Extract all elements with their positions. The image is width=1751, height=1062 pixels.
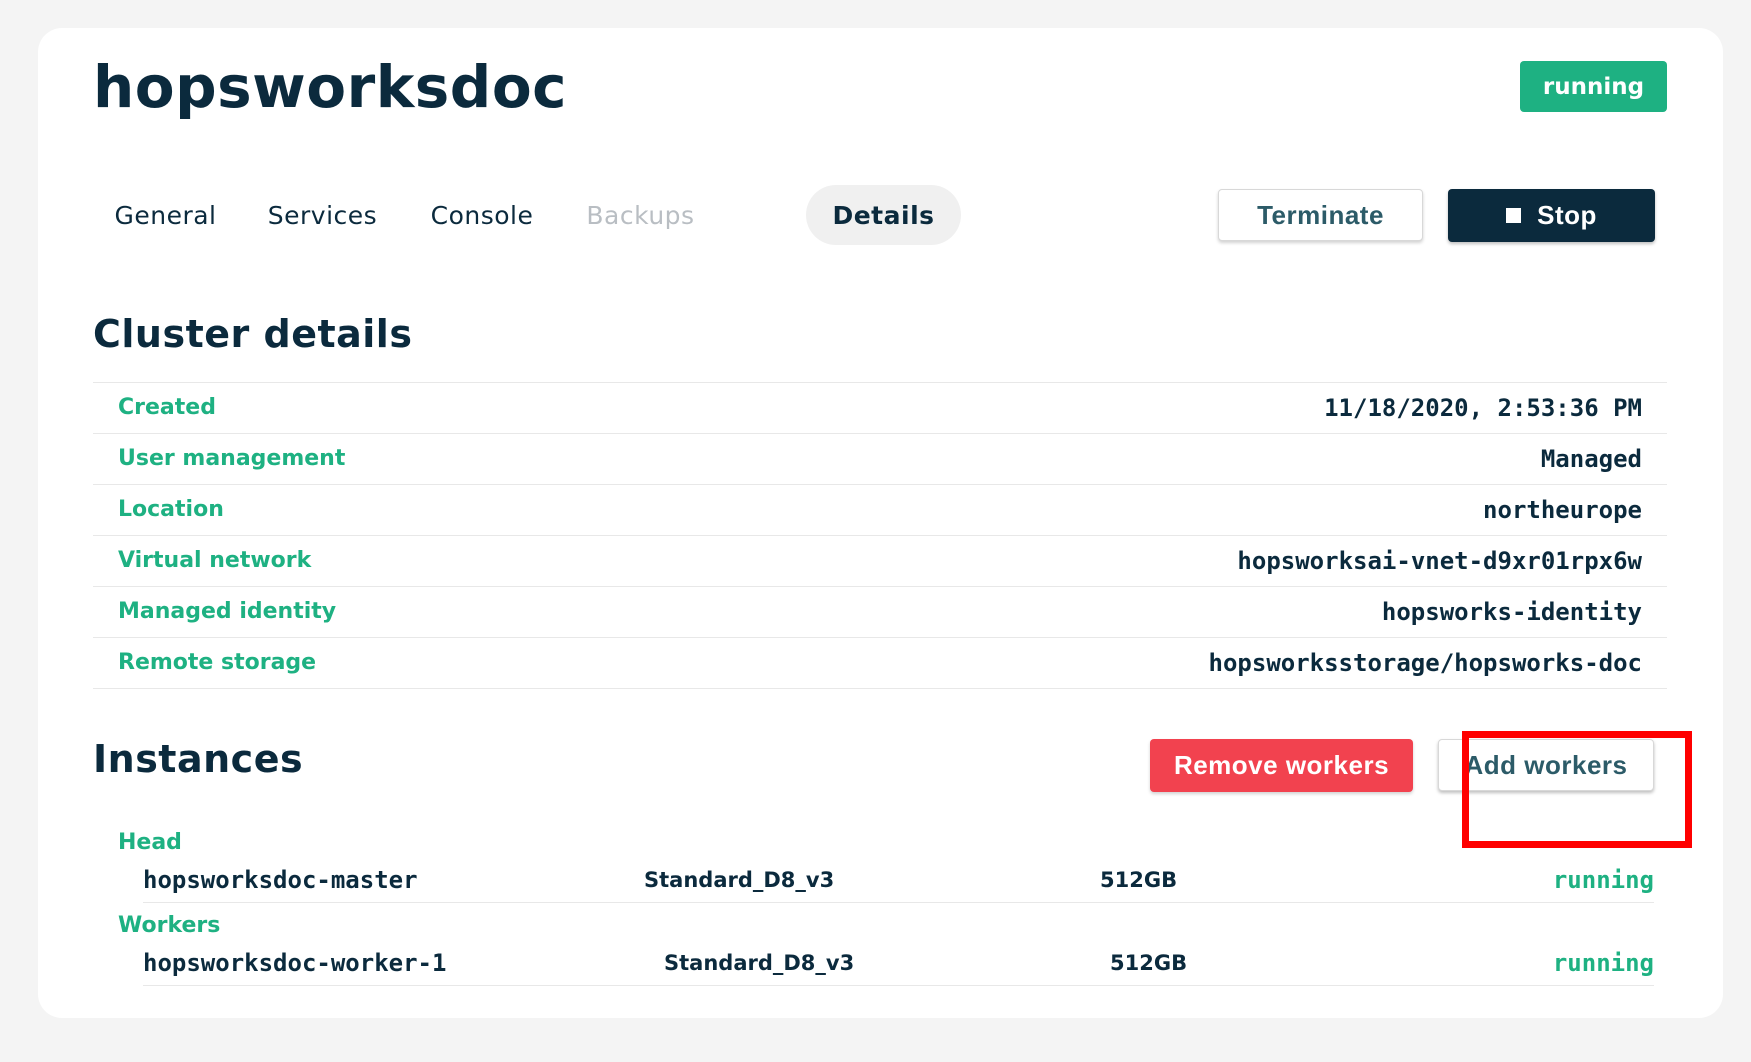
instance-type: Standard_D8_v3 [664, 951, 855, 975]
detail-value: hopsworksai-vnet-d9xr01rpx6w [1237, 547, 1642, 575]
detail-value: Managed [1540, 445, 1642, 473]
instance-row-worker: hopsworksdoc-worker-1 Standard_D8_v3 512… [143, 941, 1654, 986]
instance-status: running [1552, 866, 1654, 894]
cluster-details-title: Cluster details [93, 312, 413, 356]
detail-value: 11/18/2020, 2:53:36 PM [1324, 394, 1642, 422]
cluster-details-table: Created 11/18/2020, 2:53:36 PM User mana… [93, 382, 1667, 689]
workers-group-label: Workers [118, 913, 221, 938]
instance-status: running [1552, 949, 1654, 977]
detail-row-managed-identity: Managed identity hopsworks-identity [93, 587, 1667, 638]
instance-name: hopsworksdoc-master [143, 866, 418, 894]
status-badge: running [1520, 61, 1667, 112]
instances-title: Instances [93, 737, 304, 781]
detail-value: hopsworksstorage/hopsworks-doc [1208, 649, 1642, 677]
detail-label: Managed identity [118, 599, 337, 624]
tab-console[interactable]: Console [407, 185, 557, 245]
terminate-button[interactable]: Terminate [1218, 189, 1423, 241]
cluster-card: hopsworksdoc running General Services Co… [38, 28, 1723, 1018]
stop-button-label: Stop [1537, 200, 1597, 230]
tab-services[interactable]: Services [245, 185, 400, 245]
detail-value: northeurope [1483, 496, 1642, 524]
add-workers-button[interactable]: Add workers [1438, 739, 1654, 791]
detail-label: Remote storage [118, 650, 317, 675]
detail-label: Created [118, 395, 216, 420]
instance-name: hopsworksdoc-worker-1 [143, 949, 447, 977]
instance-row-head: hopsworksdoc-master Standard_D8_v3 512GB… [143, 858, 1654, 903]
detail-row-user-management: User management Managed [93, 434, 1667, 485]
tab-general[interactable]: General [93, 185, 238, 245]
stop-button[interactable]: Stop [1448, 189, 1655, 242]
page-title: hopsworksdoc [93, 53, 568, 121]
detail-row-remote-storage: Remote storage hopsworksstorage/hopswork… [93, 638, 1667, 689]
tab-backups: Backups [586, 200, 695, 230]
instance-disk: 512GB [1110, 951, 1188, 975]
remove-workers-button[interactable]: Remove workers [1150, 739, 1413, 792]
detail-row-location: Location northeurope [93, 485, 1667, 536]
instance-type: Standard_D8_v3 [644, 868, 835, 892]
head-group-label: Head [118, 830, 182, 855]
detail-row-created: Created 11/18/2020, 2:53:36 PM [93, 383, 1667, 434]
detail-value: hopsworks-identity [1381, 598, 1642, 626]
stop-square-icon [1506, 208, 1522, 223]
detail-label: User management [118, 446, 346, 471]
detail-label: Location [118, 497, 224, 522]
tab-details[interactable]: Details [806, 185, 961, 245]
detail-label: Virtual network [118, 548, 312, 573]
instance-disk: 512GB [1100, 868, 1178, 892]
detail-row-virtual-network: Virtual network hopsworksai-vnet-d9xr01r… [93, 536, 1667, 587]
